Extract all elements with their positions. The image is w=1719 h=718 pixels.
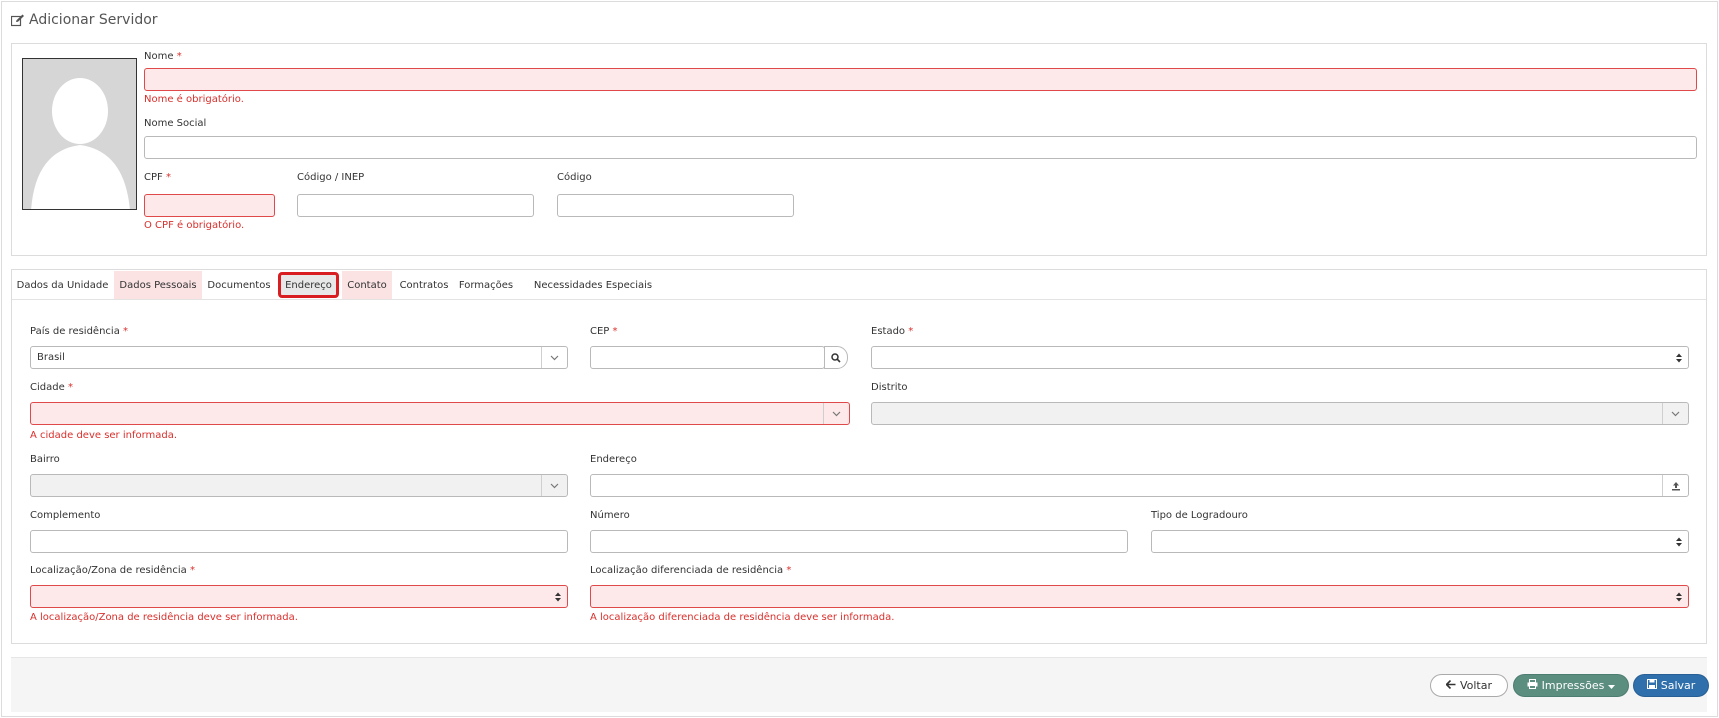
cpf-error: O CPF é obrigatório.: [144, 220, 245, 231]
pais-value: Brasil: [37, 352, 65, 363]
print-dropdown-button[interactable]: Impressões: [1513, 674, 1629, 697]
person-header-panel: Nome * Nome é obrigatório. Nome Social C…: [11, 43, 1707, 256]
tipo-logradouro-select[interactable]: [1151, 530, 1689, 553]
tab-bar: Dados da Unidade Dados Pessoais Document…: [12, 270, 1706, 300]
cep-label: CEP *: [590, 326, 618, 337]
sort-arrows-icon: [1676, 592, 1682, 602]
tab-endereco[interactable]: Endereço: [278, 272, 339, 298]
distrito-label: Distrito: [871, 382, 908, 393]
page-title-text: Adicionar Servidor: [29, 12, 158, 28]
pais-select[interactable]: Brasil: [30, 346, 568, 369]
arrow-left-icon: [1445, 679, 1456, 692]
cidade-error: A cidade deve ser informada.: [30, 430, 178, 441]
bairro-select[interactable]: [30, 474, 568, 497]
tab-contratos[interactable]: Contratos: [395, 271, 453, 299]
complemento-input[interactable]: [30, 530, 568, 553]
print-button-label: Impressões: [1541, 679, 1605, 692]
distrito-select[interactable]: [871, 402, 1689, 425]
tab-contato[interactable]: Contato: [342, 271, 392, 299]
zona-label: Localização/Zona de residência *: [30, 565, 195, 576]
loc-diferenciada-error: A localização diferenciada de residência…: [590, 612, 895, 623]
endereco-input[interactable]: [590, 474, 1689, 497]
search-icon[interactable]: [824, 346, 848, 369]
back-button-label: Voltar: [1459, 679, 1493, 692]
nome-social-label: Nome Social: [144, 118, 207, 129]
bairro-label: Bairro: [30, 454, 60, 465]
upload-icon[interactable]: [1662, 475, 1688, 496]
endereco-label: Endereço: [590, 454, 637, 465]
page-title: Adicionar Servidor: [11, 12, 158, 28]
edit-icon: [11, 14, 25, 27]
tab-dados-unidade[interactable]: Dados da Unidade: [14, 271, 111, 299]
codigo-input[interactable]: [557, 194, 794, 217]
save-icon: [1646, 679, 1657, 692]
cpf-input[interactable]: [144, 194, 275, 217]
estado-label: Estado *: [871, 326, 914, 337]
estado-select[interactable]: [871, 346, 1689, 369]
codigo-label: Código: [557, 172, 592, 183]
address-tab-panel: Dados da Unidade Dados Pessoais Document…: [11, 269, 1707, 644]
avatar[interactable]: [22, 58, 137, 210]
form-footer: Voltar Impressões Salvar: [11, 657, 1709, 712]
save-button[interactable]: Salvar: [1633, 674, 1709, 697]
pais-label: País de residência *: [30, 326, 129, 337]
zona-error: A localização/Zona de residência deve se…: [30, 612, 298, 623]
cidade-select[interactable]: [30, 402, 850, 425]
nome-error: Nome é obrigatório.: [144, 94, 244, 105]
caret-down-icon: [1608, 679, 1616, 692]
loc-diferenciada-label: Localização diferenciada de residência *: [590, 565, 792, 576]
back-button[interactable]: Voltar: [1430, 674, 1508, 697]
sort-arrows-icon: [1676, 353, 1682, 363]
sort-arrows-icon: [555, 592, 561, 602]
cpf-label: CPF *: [144, 172, 171, 183]
zona-select[interactable]: [30, 585, 568, 608]
print-icon: [1527, 679, 1538, 692]
sort-arrows-icon: [1676, 537, 1682, 547]
chevron-down-icon[interactable]: [541, 475, 567, 496]
chevron-down-icon[interactable]: [541, 347, 567, 368]
chevron-down-icon[interactable]: [1662, 403, 1688, 424]
nome-input[interactable]: [144, 68, 1697, 91]
tipo-logradouro-label: Tipo de Logradouro: [1151, 510, 1248, 521]
tab-dados-pessoais[interactable]: Dados Pessoais: [114, 271, 202, 299]
nome-label: Nome *: [144, 51, 182, 62]
codigo-inep-label: Código / INEP: [297, 172, 365, 183]
codigo-inep-input[interactable]: [297, 194, 534, 217]
tab-formacoes[interactable]: Formações: [456, 271, 516, 299]
cidade-label: Cidade *: [30, 382, 73, 393]
loc-diferenciada-select[interactable]: [590, 585, 1689, 608]
numero-label: Número: [590, 510, 630, 521]
tab-documentos[interactable]: Documentos: [204, 271, 274, 299]
numero-input[interactable]: [590, 530, 1128, 553]
save-button-label: Salvar: [1660, 679, 1696, 692]
chevron-down-icon[interactable]: [823, 403, 849, 424]
nome-social-input[interactable]: [144, 136, 1697, 159]
tab-necessidades-especiais[interactable]: Necessidades Especiais: [520, 271, 666, 299]
complemento-label: Complemento: [30, 510, 101, 521]
cep-input[interactable]: [590, 346, 825, 369]
